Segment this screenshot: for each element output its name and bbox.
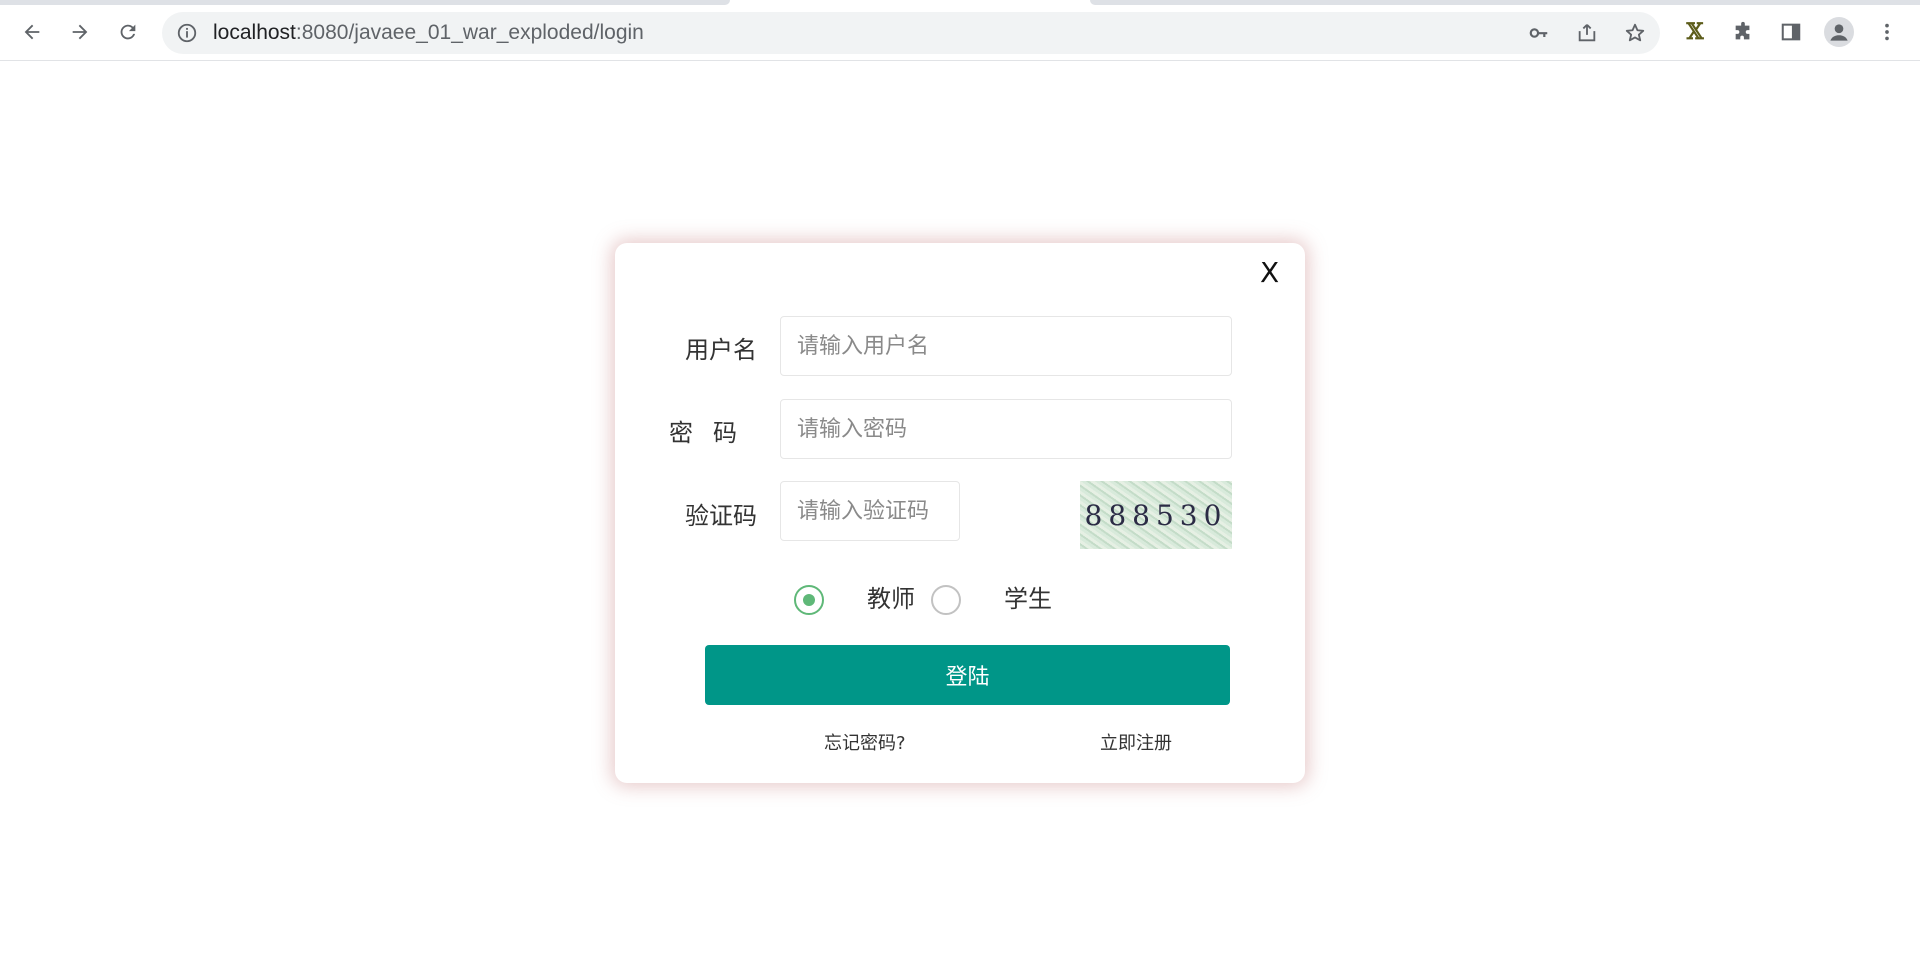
register-link[interactable]: 立即注册 (1100, 729, 1172, 755)
forgot-password-link[interactable]: 忘记密码? (824, 729, 906, 755)
url-host: localhost (213, 21, 296, 44)
tab-strip-left (0, 0, 730, 5)
captcha-label: 验证码 (685, 502, 757, 530)
url-text[interactable]: localhost:8080/javaee_01_war_exploded/lo… (213, 12, 644, 54)
login-button[interactable]: 登陆 (705, 645, 1230, 705)
profile-icon[interactable] (1824, 17, 1854, 47)
info-icon[interactable] (176, 22, 198, 44)
extension-x-icon[interactable]: 𝕏 (1683, 19, 1707, 45)
role-teacher-label[interactable]: 教师 (867, 579, 915, 614)
address-bar[interactable]: localhost:8080/javaee_01_war_exploded/lo… (162, 12, 1660, 54)
url-path: :8080/javaee_01_war_exploded/login (295, 21, 644, 44)
captcha-input[interactable] (780, 481, 960, 541)
forward-button[interactable] (62, 14, 98, 50)
browser-toolbar: localhost:8080/javaee_01_war_exploded/lo… (0, 0, 1920, 61)
username-input[interactable] (780, 316, 1232, 376)
back-button[interactable] (14, 14, 50, 50)
role-student-radio[interactable] (931, 585, 961, 615)
key-icon[interactable] (1528, 22, 1550, 44)
reload-icon (120, 24, 136, 40)
side-panel-icon[interactable] (1779, 20, 1803, 44)
username-label: 用户名 (685, 336, 757, 364)
forward-arrow-icon (72, 24, 88, 40)
puzzle-icon[interactable] (1731, 20, 1755, 44)
password-input[interactable] (780, 399, 1232, 459)
role-student-label[interactable]: 学生 (1004, 579, 1052, 614)
reload-button[interactable] (110, 14, 146, 50)
login-dialog: X 用户名 密码 验证码 888530 教师 学生 登陆 忘记密码? 立即注册 (615, 243, 1305, 783)
close-button[interactable]: X (1260, 256, 1279, 289)
role-teacher-radio[interactable] (794, 585, 824, 615)
captcha-image[interactable]: 888530 (1080, 481, 1232, 549)
password-label: 密码 (669, 419, 757, 447)
back-arrow-icon (24, 24, 40, 40)
menu-dots-icon[interactable] (1875, 20, 1899, 44)
tab-strip-right (1090, 0, 1920, 5)
share-icon[interactable] (1576, 22, 1598, 44)
star-icon[interactable] (1624, 22, 1646, 44)
